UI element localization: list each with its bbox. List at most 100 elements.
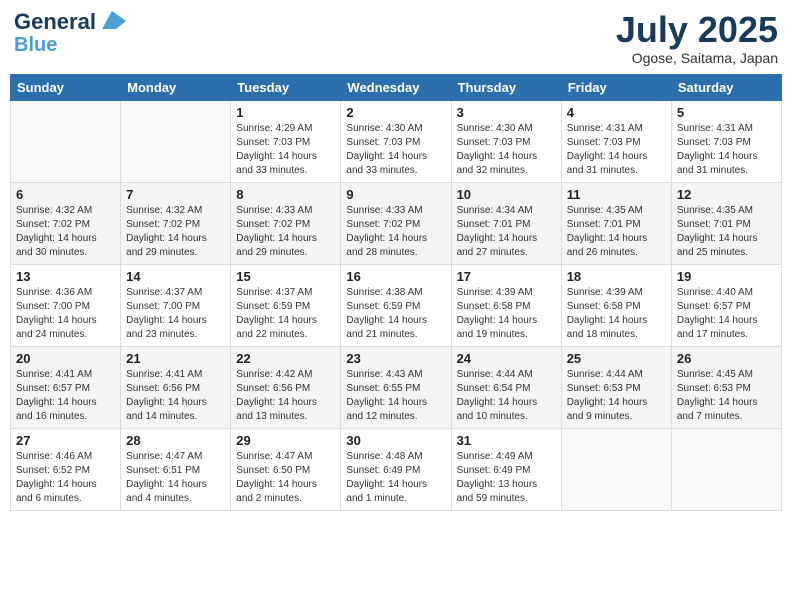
- sunset-text: Sunset: 6:49 PM: [457, 464, 556, 478]
- sunrise-text: Sunrise: 4:35 AM: [567, 204, 666, 218]
- day-number: 2: [346, 105, 445, 120]
- daylight-text: Daylight: 14 hours and 24 minutes.: [16, 314, 115, 342]
- day-number: 20: [16, 351, 115, 366]
- day-number: 23: [346, 351, 445, 366]
- sunrise-text: Sunrise: 4:31 AM: [567, 122, 666, 136]
- sunset-text: Sunset: 7:03 PM: [457, 136, 556, 150]
- calendar-cell: 20Sunrise: 4:41 AMSunset: 6:57 PMDayligh…: [11, 346, 121, 428]
- day-info: Sunrise: 4:45 AMSunset: 6:53 PMDaylight:…: [677, 368, 776, 424]
- day-number: 10: [457, 187, 556, 202]
- day-number: 31: [457, 433, 556, 448]
- day-number: 26: [677, 351, 776, 366]
- daylight-text: Daylight: 14 hours and 31 minutes.: [567, 150, 666, 178]
- calendar-cell: 7 Sunrise: 4:32 AMSunset: 7:02 PMDaylight…: [121, 182, 231, 264]
- logo-icon: [98, 9, 126, 31]
- day-info: Sunrise: 4:32 AMSunset: 7:02 PMDaylight:…: [126, 204, 225, 260]
- day-number: 16: [346, 269, 445, 284]
- sunrise-text: Sunrise: 4:33 AM: [346, 204, 445, 218]
- daylight-text: Daylight: 14 hours and 10 minutes.: [457, 396, 556, 424]
- calendar-cell: 11Sunrise: 4:35 AMSunset: 7:01 PMDayligh…: [561, 182, 671, 264]
- calendar-cell: 5Sunrise: 4:31 AMSunset: 7:03 PMDaylight…: [671, 100, 781, 182]
- day-info: Sunrise: 4:30 AMSunset: 7:03 PMDaylight:…: [346, 122, 445, 178]
- sunset-text: Sunset: 6:56 PM: [126, 382, 225, 396]
- title-block: July 2025 Ogose, Saitama, Japan: [616, 10, 778, 66]
- sunset-text: Sunset: 6:56 PM: [236, 382, 335, 396]
- daylight-text: Daylight: 14 hours and 32 minutes.: [457, 150, 556, 178]
- calendar-cell: 18Sunrise: 4:39 AMSunset: 6:58 PMDayligh…: [561, 264, 671, 346]
- sunrise-text: Sunrise: 4:30 AM: [346, 122, 445, 136]
- daylight-text: Daylight: 14 hours and 9 minutes.: [567, 396, 666, 424]
- sunset-text: Sunset: 6:51 PM: [126, 464, 225, 478]
- day-info: Sunrise: 4:47 AMSunset: 6:50 PMDaylight:…: [236, 450, 335, 506]
- sunrise-text: Sunrise: 4:38 AM: [346, 286, 445, 300]
- sunset-text: Sunset: 6:59 PM: [346, 300, 445, 314]
- day-number: 7: [126, 187, 225, 202]
- sunrise-text: Sunrise: 4:36 AM: [16, 286, 115, 300]
- sunset-text: Sunset: 7:01 PM: [457, 218, 556, 232]
- calendar-cell: 31 Sunrise: 4:49 AMSunset: 6:49 PMDayligh…: [451, 428, 561, 510]
- logo: General Blue: [14, 10, 126, 56]
- sunrise-text: Sunrise: 4:41 AM: [16, 368, 115, 382]
- day-info: Sunrise: 4:29 AMSunset: 7:03 PMDaylight:…: [236, 122, 335, 178]
- sunrise-text: Sunrise: 4:44 AM: [567, 368, 666, 382]
- col-header-wednesday: Wednesday: [341, 74, 451, 100]
- day-number: 29: [236, 433, 335, 448]
- sunset-text: Sunset: 7:02 PM: [346, 218, 445, 232]
- sunrise-text: Sunrise: 4:29 AM: [236, 122, 335, 136]
- day-number: 5: [677, 105, 776, 120]
- day-info: Sunrise: 4:49 AMSunset: 6:49 PMDaylight:…: [457, 450, 556, 506]
- day-info: Sunrise: 4:31 AMSunset: 7:03 PMDaylight:…: [567, 122, 666, 178]
- calendar-cell: 21Sunrise: 4:41 AMSunset: 6:56 PMDayligh…: [121, 346, 231, 428]
- day-number: 19: [677, 269, 776, 284]
- daylight-text: Daylight: 14 hours and 30 minutes.: [16, 232, 115, 260]
- day-number: 30: [346, 433, 445, 448]
- calendar-cell: [121, 100, 231, 182]
- daylight-text: Daylight: 14 hours and 33 minutes.: [236, 150, 335, 178]
- calendar-week-3: 13Sunrise: 4:36 AMSunset: 7:00 PMDayligh…: [11, 264, 782, 346]
- sunrise-text: Sunrise: 4:32 AM: [16, 204, 115, 218]
- day-info: Sunrise: 4:35 AMSunset: 7:01 PMDaylight:…: [677, 204, 776, 260]
- day-number: 17: [457, 269, 556, 284]
- daylight-text: Daylight: 14 hours and 22 minutes.: [236, 314, 335, 342]
- calendar-table: SundayMondayTuesdayWednesdayThursdayFrid…: [10, 74, 782, 511]
- calendar-cell: 22Sunrise: 4:42 AMSunset: 6:56 PMDayligh…: [231, 346, 341, 428]
- day-info: Sunrise: 4:43 AMSunset: 6:55 PMDaylight:…: [346, 368, 445, 424]
- daylight-text: Daylight: 14 hours and 23 minutes.: [126, 314, 225, 342]
- sunrise-text: Sunrise: 4:42 AM: [236, 368, 335, 382]
- sunset-text: Sunset: 7:02 PM: [126, 218, 225, 232]
- location: Ogose, Saitama, Japan: [616, 50, 778, 66]
- daylight-text: Daylight: 14 hours and 7 minutes.: [677, 396, 776, 424]
- day-info: Sunrise: 4:34 AMSunset: 7:01 PMDaylight:…: [457, 204, 556, 260]
- calendar-cell: 13Sunrise: 4:36 AMSunset: 7:00 PMDayligh…: [11, 264, 121, 346]
- col-header-sunday: Sunday: [11, 74, 121, 100]
- sunset-text: Sunset: 6:52 PM: [16, 464, 115, 478]
- day-info: Sunrise: 4:32 AMSunset: 7:02 PMDaylight:…: [16, 204, 115, 260]
- sunrise-text: Sunrise: 4:46 AM: [16, 450, 115, 464]
- day-info: Sunrise: 4:40 AMSunset: 6:57 PMDaylight:…: [677, 286, 776, 342]
- day-info: Sunrise: 4:44 AMSunset: 6:54 PMDaylight:…: [457, 368, 556, 424]
- sunset-text: Sunset: 7:03 PM: [677, 136, 776, 150]
- sunrise-text: Sunrise: 4:43 AM: [346, 368, 445, 382]
- sunset-text: Sunset: 7:01 PM: [677, 218, 776, 232]
- calendar-cell: 8Sunrise: 4:33 AMSunset: 7:02 PMDaylight…: [231, 182, 341, 264]
- calendar-cell: [11, 100, 121, 182]
- daylight-text: Daylight: 14 hours and 1 minute.: [346, 478, 445, 506]
- day-number: 28: [126, 433, 225, 448]
- day-number: 14: [126, 269, 225, 284]
- calendar-cell: 3Sunrise: 4:30 AMSunset: 7:03 PMDaylight…: [451, 100, 561, 182]
- col-header-thursday: Thursday: [451, 74, 561, 100]
- calendar-cell: 2 Sunrise: 4:30 AMSunset: 7:03 PMDaylight…: [341, 100, 451, 182]
- daylight-text: Daylight: 14 hours and 25 minutes.: [677, 232, 776, 260]
- day-number: 24: [457, 351, 556, 366]
- day-number: 27: [16, 433, 115, 448]
- sunset-text: Sunset: 6:50 PM: [236, 464, 335, 478]
- sunrise-text: Sunrise: 4:39 AM: [567, 286, 666, 300]
- calendar-cell: 19 Sunrise: 4:40 AMSunset: 6:57 PMDayligh…: [671, 264, 781, 346]
- daylight-text: Daylight: 14 hours and 33 minutes.: [346, 150, 445, 178]
- sunrise-text: Sunrise: 4:31 AM: [677, 122, 776, 136]
- sunset-text: Sunset: 6:53 PM: [567, 382, 666, 396]
- sunset-text: Sunset: 7:01 PM: [567, 218, 666, 232]
- day-info: Sunrise: 4:39 AMSunset: 6:58 PMDaylight:…: [567, 286, 666, 342]
- sunrise-text: Sunrise: 4:44 AM: [457, 368, 556, 382]
- month-title: July 2025: [616, 10, 778, 50]
